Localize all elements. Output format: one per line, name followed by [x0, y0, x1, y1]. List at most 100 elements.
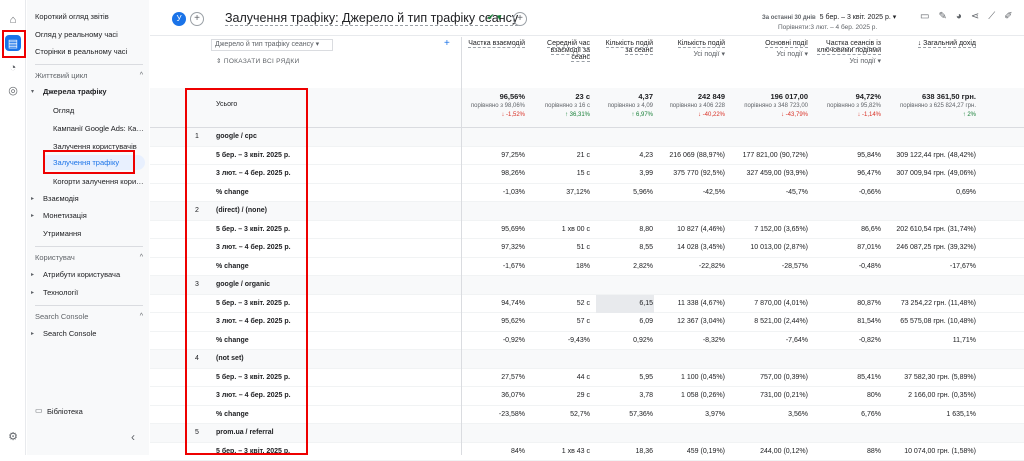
- table-cell: 12 367 (3,04%): [677, 318, 725, 325]
- row-label: 3 лют. – 4 бер. 2025 р.: [216, 170, 291, 177]
- table-cell: 14 028 (3,45%): [677, 244, 725, 251]
- sidebar-sub-item-4[interactable]: Когорти залучення корис...: [53, 174, 145, 189]
- column-header-6[interactable]: ↓ Загальний дохід: [886, 40, 976, 90]
- table-cell: 11,71%: [953, 337, 976, 344]
- row-label: prom.ua / referral: [216, 429, 274, 436]
- table-row[interactable]: 3 лют. – 4 бер. 2025 р.95,62%57 с6,0912 …: [150, 313, 1024, 332]
- table-cell: 8,80: [639, 226, 653, 233]
- chevron-up-icon[interactable]: ^: [140, 313, 143, 320]
- explore-icon[interactable]: ◔: [5, 60, 21, 76]
- add-dimension-icon[interactable]: +: [444, 38, 450, 49]
- table-cell: 52 с: [577, 300, 590, 307]
- edit-icon[interactable]: ▭: [920, 11, 938, 22]
- collapse-icon[interactable]: ▸: [31, 289, 34, 296]
- totals-values: 23 с: [575, 92, 590, 101]
- table-row[interactable]: 3 лют. – 4 бер. 2025 р.98,26%15 с3,99375…: [150, 165, 1024, 184]
- table-row[interactable]: 3 лют. – 4 бер. 2025 р.97,32%51 с8,5514 …: [150, 239, 1024, 258]
- table-row[interactable]: 3 лют. – 4 бер. 2025 р.36,07%29 с3,781 0…: [150, 387, 1024, 406]
- row-index: 3: [195, 281, 199, 288]
- table-row[interactable]: % change-1,03%37,12%5,96%-42,5%-45,7%-0,…: [150, 184, 1024, 203]
- advertising-icon[interactable]: ◎: [5, 82, 21, 98]
- sidebar-section-user[interactable]: Користувач: [35, 250, 145, 265]
- table-row[interactable]: % change-0,92%-9,43%0,92%-8,32%-7,64%-0,…: [150, 332, 1024, 351]
- column-event-filter[interactable]: Усі події: [693, 51, 719, 58]
- table-group-row[interactable]: 1google / cpc: [150, 128, 1024, 147]
- sidebar-item-realtime-pages[interactable]: Сторінки в реальному часі: [35, 44, 145, 59]
- chevron-up-icon[interactable]: ^: [140, 72, 143, 79]
- collapse-icon[interactable]: ▸: [31, 330, 34, 337]
- table-row[interactable]: % change-23,58%52,7%57,36%3,97%3,56%6,76…: [150, 406, 1024, 425]
- sidebar-item-user-attributes[interactable]: Атрибути користувача: [35, 267, 145, 282]
- dimension-select-label: Джерело й тип трафіку сеансу: [215, 41, 314, 48]
- dimension-select[interactable]: Джерело й тип трафіку сеансу ▾: [211, 39, 333, 51]
- table-row[interactable]: % change-1,67%18%2,82%-22,82%-28,57%-0,4…: [150, 258, 1024, 277]
- sidebar-sub-item-1[interactable]: Кампанії Google Ads: Кам...: [53, 121, 145, 136]
- sidebar-item-library[interactable]: Бібліотека: [35, 404, 145, 419]
- table-cell: 3,78: [639, 392, 653, 399]
- column-event-filter[interactable]: Усі події: [776, 51, 802, 58]
- home-icon[interactable]: ⌂: [5, 12, 21, 28]
- column-header-2[interactable]: Кількість подій за сеанс: [603, 40, 653, 90]
- row-label: 3 лют. – 4 бер. 2025 р.: [216, 318, 291, 325]
- customize-icon[interactable]: ✐: [1004, 11, 1021, 22]
- chevron-up-icon[interactable]: ^: [140, 254, 143, 261]
- sidebar-item-engagement[interactable]: Взаємодія: [35, 191, 145, 206]
- column-header-4[interactable]: Основні подіїУсі події ▾: [730, 40, 808, 90]
- column-header-3[interactable]: Кількість подійУсі події ▾: [659, 40, 725, 90]
- column-event-filter[interactable]: Усі події: [849, 58, 875, 65]
- row-label: 5 бер. – 3 квіт. 2025 р.: [216, 374, 290, 381]
- trend-icon[interactable]: ⟋: [988, 11, 1004, 22]
- table-row[interactable]: 5 бер. – 3 квіт. 2025 р.84%1 хв 43 с18,3…: [150, 443, 1024, 461]
- sidebar-item-tech[interactable]: Технології: [35, 285, 145, 300]
- table-cell: -8,32%: [703, 337, 725, 344]
- expand-icon[interactable]: ▾: [31, 88, 34, 95]
- sidebar-section-lifecycle[interactable]: Життєвий цикл: [35, 68, 145, 83]
- table-cell: 84%: [511, 448, 525, 455]
- sidebar-item-acquisition[interactable]: Джерела трафіку: [35, 84, 145, 99]
- sidebar-item-overview[interactable]: Короткий огляд звітів: [35, 9, 145, 24]
- sidebar-sub-item-2[interactable]: Залучення користувачів: [53, 139, 145, 154]
- table-row[interactable]: 5 бер. – 3 квіт. 2025 р.95,69%1 хв 00 с8…: [150, 221, 1024, 240]
- share-icon[interactable]: ⋖: [971, 11, 988, 22]
- show-all-rows-button[interactable]: ⇕ ПОКАЗАТИ ВСІ РЯДКИ: [216, 57, 299, 65]
- collapse-icon[interactable]: ▸: [31, 271, 34, 278]
- column-header-1[interactable]: Середній час взаємодії за сеанс: [532, 40, 590, 90]
- table-cell: -0,66%: [859, 189, 881, 196]
- add-comparison-icon[interactable]: +: [190, 12, 204, 26]
- reports-icon[interactable]: ▤: [5, 35, 21, 51]
- sidebar-item-monetization[interactable]: Монетизація: [35, 208, 145, 223]
- column-header-label: Частка взаємодій: [468, 40, 525, 48]
- collapse-icon[interactable]: ▸: [31, 195, 34, 202]
- table-cell: 29 с: [577, 392, 590, 399]
- totals-sub: порівняно з 348 723,00: [744, 103, 808, 109]
- table-row[interactable]: 5 бер. – 3 квіт. 2025 р.94,74%52 с6,1511…: [150, 295, 1024, 314]
- sidebar-item-retention[interactable]: Утримання: [35, 226, 145, 241]
- column-header-0[interactable]: Частка взаємодій: [465, 40, 525, 90]
- add-report-icon[interactable]: +: [513, 12, 527, 26]
- avatar[interactable]: У: [172, 12, 186, 26]
- sidebar-item-realtime-overview[interactable]: Огляд у реальному часі: [35, 27, 145, 42]
- pencil-icon[interactable]: ✎: [938, 11, 955, 22]
- sidebar-section-search-console[interactable]: Search Console: [35, 309, 145, 324]
- collapse-sidebar-icon[interactable]: ‹: [131, 430, 135, 444]
- settings-gear-icon[interactable]: ⚙: [5, 428, 21, 444]
- table-cell: 1 058 (0,26%): [681, 392, 725, 399]
- table-group-row[interactable]: 5prom.ua / referral: [150, 424, 1024, 443]
- sidebar-item-search-console[interactable]: Search Console: [35, 326, 145, 341]
- totals-delta: ↓ -40,22%: [698, 112, 725, 118]
- status-check-icon[interactable]: ✔ ▾: [487, 12, 502, 23]
- table-cell: 97,32%: [501, 244, 525, 251]
- sidebar-sub-item-3[interactable]: Залучення трафіку: [45, 155, 145, 170]
- table-group-row[interactable]: 3google / organic: [150, 276, 1024, 295]
- collapse-icon[interactable]: ▸: [31, 212, 34, 219]
- date-range-picker[interactable]: За останні 30 днів5 бер. – 3 квіт. 2025 …: [762, 13, 896, 21]
- totals-values: 638 361,50 грн.: [922, 92, 976, 101]
- row-label: % change: [216, 337, 249, 344]
- sidebar-sub-item-0[interactable]: Огляд: [53, 103, 145, 118]
- table-row[interactable]: 5 бер. – 3 квіт. 2025 р.97,25%21 с4,2321…: [150, 147, 1024, 166]
- insights-icon[interactable]: ◕: [956, 11, 971, 22]
- table-group-row[interactable]: 2(direct) / (none): [150, 202, 1024, 221]
- column-header-5[interactable]: Частка сеансів із ключовими подіямиУсі п…: [815, 40, 881, 90]
- table-row[interactable]: 5 бер. – 3 квіт. 2025 р.27,57%44 с5,951 …: [150, 369, 1024, 388]
- table-group-row[interactable]: 4(not set): [150, 350, 1024, 369]
